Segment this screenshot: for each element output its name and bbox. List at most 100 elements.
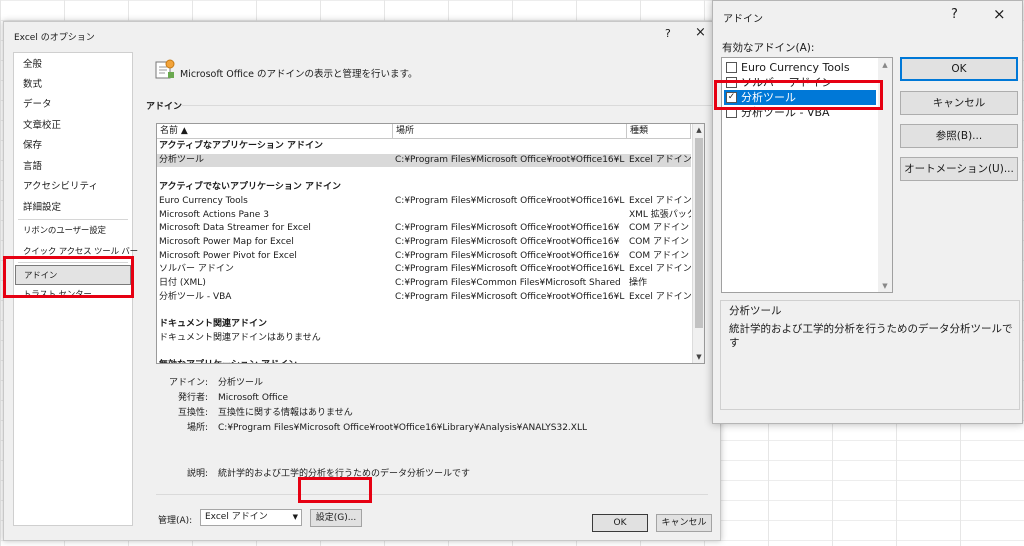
close-button[interactable]: ×: [695, 25, 706, 40]
checkbox-unchecked[interactable]: [726, 62, 737, 73]
addins-ok-button[interactable]: OK: [900, 57, 1018, 81]
available-addins-list[interactable]: Euro Currency Tools ソルバー アドイン ✓ 分析ツール 分析…: [721, 57, 893, 293]
addin-item-label: 分析ツール - VBA: [741, 106, 830, 119]
grid-group-header: 無効なアプリケーション アドイン: [157, 359, 691, 363]
dialog-title: Excel のオプション: [14, 33, 95, 43]
nav-item-customize-ribbon[interactable]: リボンのユーザー設定: [15, 221, 131, 241]
checkbox-unchecked[interactable]: [726, 107, 737, 118]
cell-loc: C:¥Program Files¥Microsoft Office¥root¥O…: [395, 250, 620, 261]
table-row[interactable]: Microsoft Data Streamer for Excel C:¥Prog…: [157, 222, 691, 236]
table-row[interactable]: ドキュメント関連アドインはありません: [157, 332, 691, 346]
nav-item-general[interactable]: 全般: [15, 55, 131, 75]
nav-item-language[interactable]: 言語: [15, 157, 131, 177]
table-row[interactable]: Microsoft Power Map for Excel C:¥Program …: [157, 236, 691, 250]
cell-loc: C:¥Program Files¥Microsoft Office¥root¥O…: [395, 264, 625, 275]
nav-item-advanced[interactable]: 詳細設定: [15, 198, 131, 218]
column-header-name[interactable]: 名前 ▲: [157, 124, 393, 139]
column-header-location[interactable]: 場所: [393, 124, 627, 139]
table-row[interactable]: ソルバー アドイン C:¥Program Files¥Microsoft Offi…: [157, 263, 691, 277]
addin-item-analysis-toolpak-vba[interactable]: 分析ツール - VBA: [724, 105, 876, 120]
cell-type: COM アドイン: [629, 250, 689, 261]
addin-item-euro-currency[interactable]: Euro Currency Tools: [724, 60, 876, 75]
nav-item-addins[interactable]: アドイン: [15, 265, 131, 285]
addins-close-button[interactable]: ×: [993, 5, 1006, 23]
detail-value: 互換性に関する情報はありません: [218, 408, 353, 418]
column-header-type[interactable]: 種類: [627, 124, 691, 139]
addins-grid[interactable]: 名前 ▲ 場所 種類 アクティブなアプリケーション アドイン 分析ツール C:¥Pr…: [156, 123, 705, 364]
cell-name: 日付 (XML): [159, 278, 206, 288]
cell-name: Microsoft Data Streamer for Excel: [159, 223, 311, 234]
table-row[interactable]: Euro Currency Tools C:¥Program Files¥Micr…: [157, 195, 691, 209]
addin-item-label: Euro Currency Tools: [741, 61, 850, 74]
detail-value: 統計学的および工学的分析を行うためのデータ分析ツールです: [218, 469, 471, 479]
scroll-thumb[interactable]: [695, 138, 703, 328]
addin-item-solver[interactable]: ソルバー アドイン: [724, 75, 876, 90]
scroll-up-icon[interactable]: ▲: [880, 60, 890, 70]
table-row[interactable]: 分析ツール - VBA C:¥Program Files¥Microsoft Of…: [157, 291, 691, 305]
go-button[interactable]: 設定(G)...: [310, 509, 362, 527]
addins-dialog: アドイン ? × 有効なアドイン(A): Euro Currency Tools…: [712, 0, 1023, 424]
detail-label: 発行者:: [177, 393, 208, 403]
addins-list-scrollbar[interactable]: ▲ ▼: [878, 58, 892, 292]
cell-type: Excel アドイン: [629, 195, 691, 206]
cell-loc: C:¥Program Files¥Microsoft Office¥root¥O…: [395, 223, 620, 234]
grid-group-header: アクティブなアプリケーション アドイン: [157, 140, 691, 154]
cell-loc: C:¥Program Files¥Microsoft Office¥root¥O…: [395, 195, 625, 206]
cell-type: COM アドイン: [629, 223, 689, 234]
detail-value: C:¥Program Files¥Microsoft Office¥root¥O…: [218, 423, 587, 433]
nav-item-quick-access[interactable]: クイック アクセス ツール バー: [15, 242, 138, 262]
nav-item-proofing[interactable]: 文章校正: [15, 116, 131, 136]
cell-type: Excel アドイン: [629, 291, 691, 302]
cancel-button[interactable]: キャンセル: [656, 514, 712, 532]
nav-divider: [18, 219, 128, 220]
addins-header-icon: [155, 59, 175, 79]
table-row[interactable]: Microsoft Power Pivot for Excel C:¥Progra…: [157, 250, 691, 264]
cell-name: 分析ツール: [159, 154, 205, 165]
cell-name: Euro Currency Tools: [159, 195, 248, 206]
cell-type: Excel アドイン: [629, 264, 691, 275]
scroll-down-icon[interactable]: ▼: [694, 352, 704, 362]
nav-item-save[interactable]: 保存: [15, 136, 131, 156]
help-button[interactable]: ?: [665, 27, 671, 40]
grid-scrollbar[interactable]: ▲ ▼: [692, 124, 704, 363]
detail-label: 場所:: [186, 423, 208, 433]
description-title: 分析ツール: [729, 305, 782, 317]
nav-item-trust-center[interactable]: トラスト センター: [15, 285, 131, 305]
addin-item-label: ソルバー アドイン: [741, 76, 833, 89]
table-row[interactable]: 日付 (XML) C:¥Program Files¥Common Files¥Mi…: [157, 277, 691, 291]
manage-select-value: Excel アドイン: [205, 512, 268, 522]
manage-select[interactable]: Excel アドイン ▼: [200, 509, 302, 526]
section-divider: [182, 105, 712, 106]
scroll-down-icon[interactable]: ▼: [880, 281, 890, 291]
detail-label: アドイン:: [168, 378, 208, 388]
scroll-up-icon[interactable]: ▲: [694, 125, 704, 135]
detail-value: Microsoft Office: [218, 393, 289, 403]
table-row[interactable]: 分析ツール C:¥Program Files¥Microsoft Office¥r…: [157, 153, 691, 168]
nav-item-formulas[interactable]: 数式: [15, 75, 131, 95]
addins-help-button[interactable]: ?: [951, 7, 958, 22]
header-text: Microsoft Office のアドインの表示と管理を行います。: [180, 69, 418, 80]
checkbox-checked[interactable]: ✓: [726, 92, 737, 103]
cell-name: アクティブなアプリケーション アドイン: [159, 141, 323, 151]
automation-button[interactable]: オートメーション(U)...: [900, 157, 1018, 181]
cell-loc: C:¥Program Files¥Microsoft Office¥root¥O…: [395, 154, 625, 165]
cell-name: ソルバー アドイン: [159, 264, 234, 275]
available-addins-label: 有効なアドイン(A):: [722, 42, 815, 54]
nav-divider: [18, 262, 128, 263]
addin-item-analysis-toolpak[interactable]: ✓ 分析ツール: [724, 90, 876, 105]
nav-item-data[interactable]: データ: [15, 95, 131, 115]
nav-item-accessibility[interactable]: アクセシビリティ: [15, 177, 131, 197]
detail-value: 分析ツール: [218, 378, 264, 388]
checkbox-unchecked[interactable]: [726, 77, 737, 88]
table-row[interactable]: Microsoft Actions Pane 3 XML 拡張パック: [157, 209, 691, 223]
addins-pane: Microsoft Office のアドインの表示と管理を行います。 アドイン …: [144, 52, 714, 532]
ok-button[interactable]: OK: [592, 514, 648, 532]
browse-button[interactable]: 参照(B)...: [900, 124, 1018, 148]
addin-item-label: 分析ツール: [741, 91, 796, 104]
detail-label: 互換性:: [177, 408, 208, 418]
cell-loc: C:¥Program Files¥Microsoft Office¥root¥O…: [395, 236, 620, 247]
addin-description-box: 分析ツール 統計学的および工学的分析を行うためのデータ分析ツールです: [720, 300, 1020, 410]
grid-spacer: [157, 304, 691, 318]
cell-name: Microsoft Power Pivot for Excel: [159, 250, 297, 261]
addins-cancel-button[interactable]: キャンセル: [900, 91, 1018, 115]
